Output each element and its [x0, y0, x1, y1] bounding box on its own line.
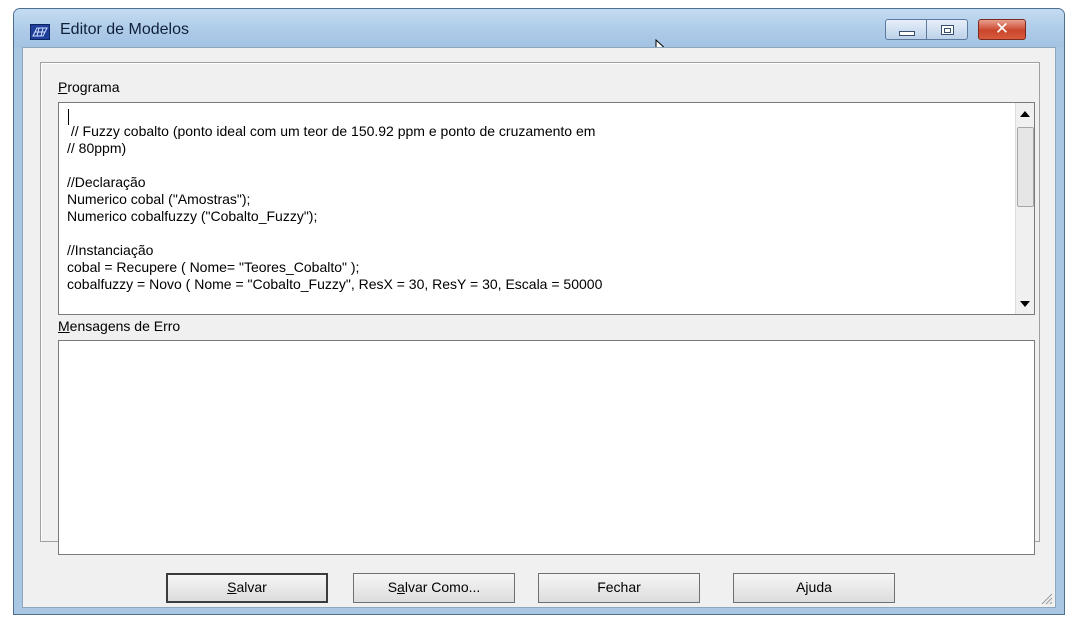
code-line: Numerico cobal ("Amostras");: [67, 191, 251, 207]
mensagens-label: Mensagens de Erro: [58, 318, 181, 334]
salvar-como-button[interactable]: Salvar Como...: [353, 573, 515, 603]
grid-app-icon: [30, 24, 50, 40]
editor-scrollbar[interactable]: [1015, 103, 1034, 314]
title-bar[interactable]: Editor de Modelos ✕: [14, 9, 1064, 47]
code-line: //Instanciação: [67, 242, 154, 258]
fechar-button[interactable]: Fechar: [538, 573, 700, 603]
scroll-up-button[interactable]: [1016, 105, 1034, 123]
code-line: cobal = Recupere ( Nome= "Teores_Cobalto…: [67, 259, 360, 275]
scroll-down-button[interactable]: [1016, 294, 1034, 312]
programa-label: Programa: [58, 79, 120, 95]
ajuda-button[interactable]: Ajuda: [733, 573, 895, 603]
minimize-button[interactable]: [885, 19, 927, 40]
resize-grip-icon[interactable]: [1039, 591, 1053, 605]
salvar-button[interactable]: Salvar: [166, 573, 328, 603]
close-button[interactable]: ✕: [978, 19, 1026, 40]
code-line: cobalfuzzy = Novo ( Nome = "Cobalto_Fuzz…: [67, 276, 603, 292]
code-line: // Fuzzy cobalto (ponto ideal com um teo…: [67, 123, 596, 139]
scroll-thumb[interactable]: [1017, 127, 1034, 207]
arrow-up-icon: [1020, 111, 1030, 117]
maximize-icon: [941, 25, 954, 35]
code-line: Numerico cobalfuzzy ("Cobalto_Fuzzy");: [67, 208, 318, 224]
dialog-client-area: Programa // Fuzzy cobalto (ponto ideal c…: [22, 47, 1056, 608]
error-messages-box[interactable]: [58, 340, 1035, 555]
arrow-down-icon: [1020, 301, 1030, 307]
close-icon: ✕: [994, 19, 1010, 39]
minimize-icon: [899, 31, 915, 36]
window-title: Editor de Modelos: [60, 21, 189, 38]
code-line: //Declaração: [67, 174, 146, 190]
editor-window: Editor de Modelos ✕ Programa // Fuzzy co…: [13, 8, 1065, 615]
code-line: // 80ppm): [67, 140, 127, 156]
maximize-button[interactable]: [926, 19, 968, 40]
program-editor[interactable]: // Fuzzy cobalto (ponto ideal com um teo…: [58, 102, 1035, 315]
